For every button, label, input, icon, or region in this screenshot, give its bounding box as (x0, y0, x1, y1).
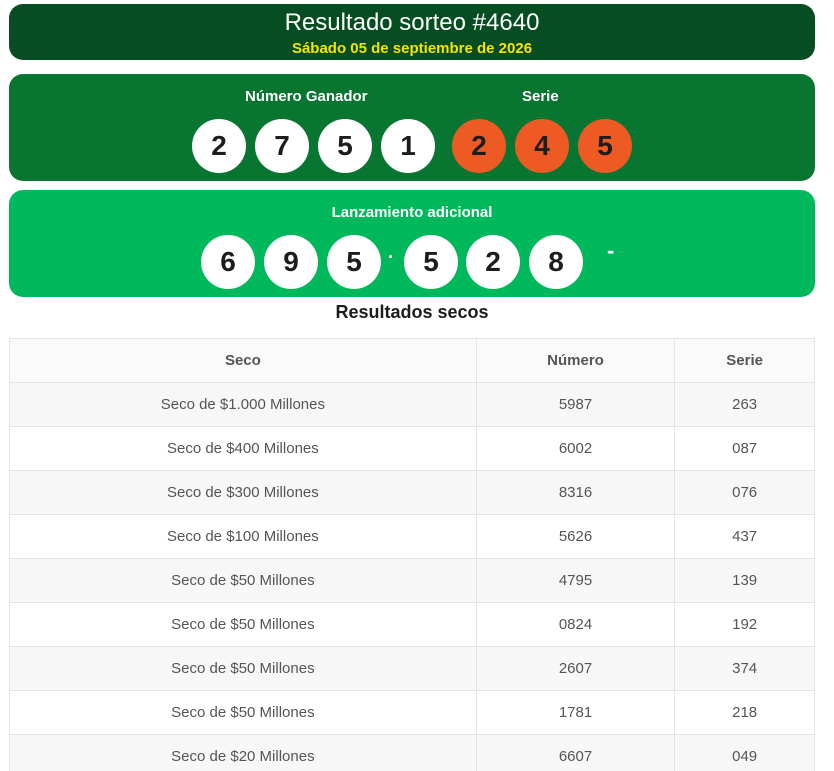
prize-cell: Seco de $50 Millones (9, 690, 477, 735)
table-row: Seco de $50 Millones 2607 374 (9, 646, 815, 691)
winning-digit-ball: 2 (192, 119, 246, 173)
prize-cell: Seco de $50 Millones (9, 602, 477, 647)
draw-date: Sábado 05 de septiembre de 2026 (291, 40, 533, 57)
secos-table: Seco Número Serie Seco de $1.000 Millone… (9, 338, 815, 771)
number-cell: 0824 (475, 602, 676, 647)
table-row: Seco de $50 Millones 4795 139 (9, 558, 815, 603)
number-cell: 5987 (475, 382, 676, 427)
additional-digit-ball: 6 (201, 235, 255, 289)
results-page: Resultado sorteo #4640 Sábado 05 de sept… (0, 0, 834, 771)
table-row: Seco de $300 Millones 8316 076 (9, 470, 815, 515)
winning-digit-ball: 1 (381, 119, 435, 173)
serie-cell: 263 (674, 382, 815, 427)
table-row: Seco de $100 Millones 5626 437 (9, 514, 815, 559)
serie-cell: 087 (674, 426, 815, 471)
serie-cell: 437 (674, 514, 815, 559)
prize-cell: Seco de $1.000 Millones (9, 382, 477, 427)
additional-digit-ball: 5 (404, 235, 458, 289)
additional-digit-ball: 9 (264, 235, 318, 289)
additional-draw-card: Lanzamiento adicional 6 9 5 · 5 2 8 - (9, 190, 815, 297)
winning-digit-ball: 7 (255, 119, 309, 173)
table-row: Seco de $1.000 Millones 5987 263 (9, 382, 815, 427)
number-cell: 5626 (475, 514, 676, 559)
serie-digit-ball: 5 (578, 119, 632, 173)
serie-digit-ball: 4 (515, 119, 569, 173)
serie-cell: 076 (674, 470, 815, 515)
number-cell: 1781 (475, 690, 676, 735)
additional-draw-label: Lanzamiento adicional (331, 204, 493, 221)
winning-number-label: Número Ganador (245, 88, 368, 105)
column-header-seco: Seco (9, 338, 477, 383)
additional-dash: - (607, 238, 615, 263)
serie-cell: 218 (674, 690, 815, 735)
column-header-serie: Serie (674, 338, 815, 383)
digit-separator-dot: · (388, 247, 394, 267)
draw-title: Resultado sorteo #4640 (284, 9, 540, 36)
prize-cell: Seco de $400 Millones (9, 426, 477, 471)
additional-digit-ball: 8 (529, 235, 583, 289)
table-row: Seco de $20 Millones 6607 049 (9, 734, 815, 771)
serie-digit-ball: 2 (452, 119, 506, 173)
number-cell: 6002 (475, 426, 676, 471)
table-header-row: Seco Número Serie (9, 338, 815, 383)
winning-digit-ball: 5 (318, 119, 372, 173)
serie-cell: 374 (674, 646, 815, 691)
serie-cell: 192 (674, 602, 815, 647)
additional-digit-ball: 2 (466, 235, 520, 289)
number-cell: 8316 (475, 470, 676, 515)
prize-cell: Seco de $50 Millones (9, 558, 477, 603)
table-row: Seco de $50 Millones 1781 218 (9, 690, 815, 735)
prize-cell: Seco de $100 Millones (9, 514, 477, 559)
number-cell: 6607 (475, 734, 676, 771)
table-row: Seco de $400 Millones 6002 087 (9, 426, 815, 471)
serie-cell: 049 (674, 734, 815, 771)
column-header-numero: Número (475, 338, 676, 383)
serie-label: Serie (522, 88, 559, 105)
table-row: Seco de $50 Millones 0824 192 (9, 602, 815, 647)
number-cell: 2607 (475, 646, 676, 691)
secos-section-title: Resultados secos (335, 302, 489, 322)
winning-number-card: Número Ganador Serie 2 7 5 1 2 4 5 (9, 74, 815, 181)
number-cell: 4795 (475, 558, 676, 603)
prize-cell: Seco de $300 Millones (9, 470, 477, 515)
prize-cell: Seco de $50 Millones (9, 646, 477, 691)
prize-cell: Seco de $20 Millones (9, 734, 477, 771)
serie-cell: 139 (674, 558, 815, 603)
draw-header: Resultado sorteo #4640 Sábado 05 de sept… (9, 4, 815, 60)
additional-digit-ball: 5 (327, 235, 381, 289)
